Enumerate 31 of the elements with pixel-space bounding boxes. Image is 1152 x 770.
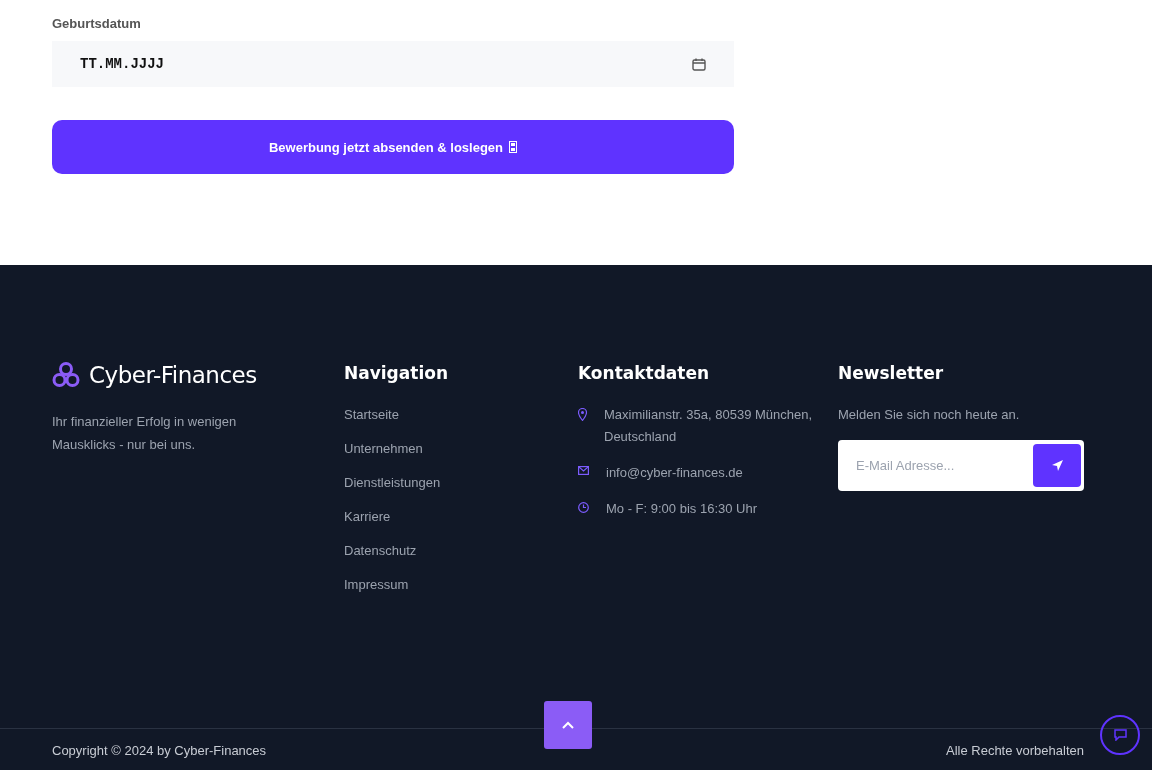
- chevron-up-icon: [562, 721, 574, 729]
- chat-bubble-icon: [1113, 729, 1127, 741]
- contact-text: info@cyber-finances.de: [606, 464, 744, 482]
- contact-text: Maximilianstr. 35a, 80539 München, Deutschland: [604, 406, 814, 446]
- footer-link[interactable]: Karriere: [344, 508, 391, 525]
- brand-name: Cyber-Finances: [89, 361, 257, 388]
- column-heading: Kontaktdaten: [578, 362, 711, 385]
- knot-logo-icon: [52, 361, 80, 388]
- copyright-text: Copyright © 2024 by Cyber-Finances: [52, 742, 267, 758]
- envelope-icon: [578, 466, 589, 475]
- field-label: Geburtsdatum: [52, 16, 141, 31]
- footer-link[interactable]: Datenschutz: [344, 542, 417, 559]
- footer-link[interactable]: Unternehmen: [344, 440, 423, 457]
- date-field[interactable]: TT.MM.JJJJ: [52, 41, 734, 87]
- paper-plane-icon: [1050, 459, 1064, 472]
- send-button[interactable]: [1033, 444, 1081, 487]
- footer-link[interactable]: Startseite: [344, 406, 399, 423]
- clock-icon: [578, 502, 589, 513]
- submit-button[interactable]: Bewerbung jetzt absenden & loslegen: [52, 120, 734, 174]
- column-heading: Navigation: [344, 362, 449, 385]
- chat-button[interactable]: [1100, 715, 1140, 755]
- newsletter-text: Melden Sie sich noch heute an.: [838, 407, 1020, 422]
- email-field[interactable]: E-Mail Adresse...: [854, 457, 1018, 474]
- map-pin-icon: [578, 408, 587, 421]
- calendar-icon[interactable]: [692, 57, 706, 71]
- column-heading: Newsletter: [838, 362, 945, 385]
- brand-tagline: Ihr finanzieller Erfolg in wenigen Mausklicks - nur bei uns.: [52, 413, 238, 454]
- contact-text: Mo - F: 9:00 bis 16:30 Uhr: [606, 500, 758, 518]
- rights-text: Alle Rechte vorbehalten: [945, 742, 1084, 758]
- footer-link[interactable]: Dienstleistungen: [344, 474, 441, 491]
- footer-link[interactable]: Impressum: [344, 576, 409, 593]
